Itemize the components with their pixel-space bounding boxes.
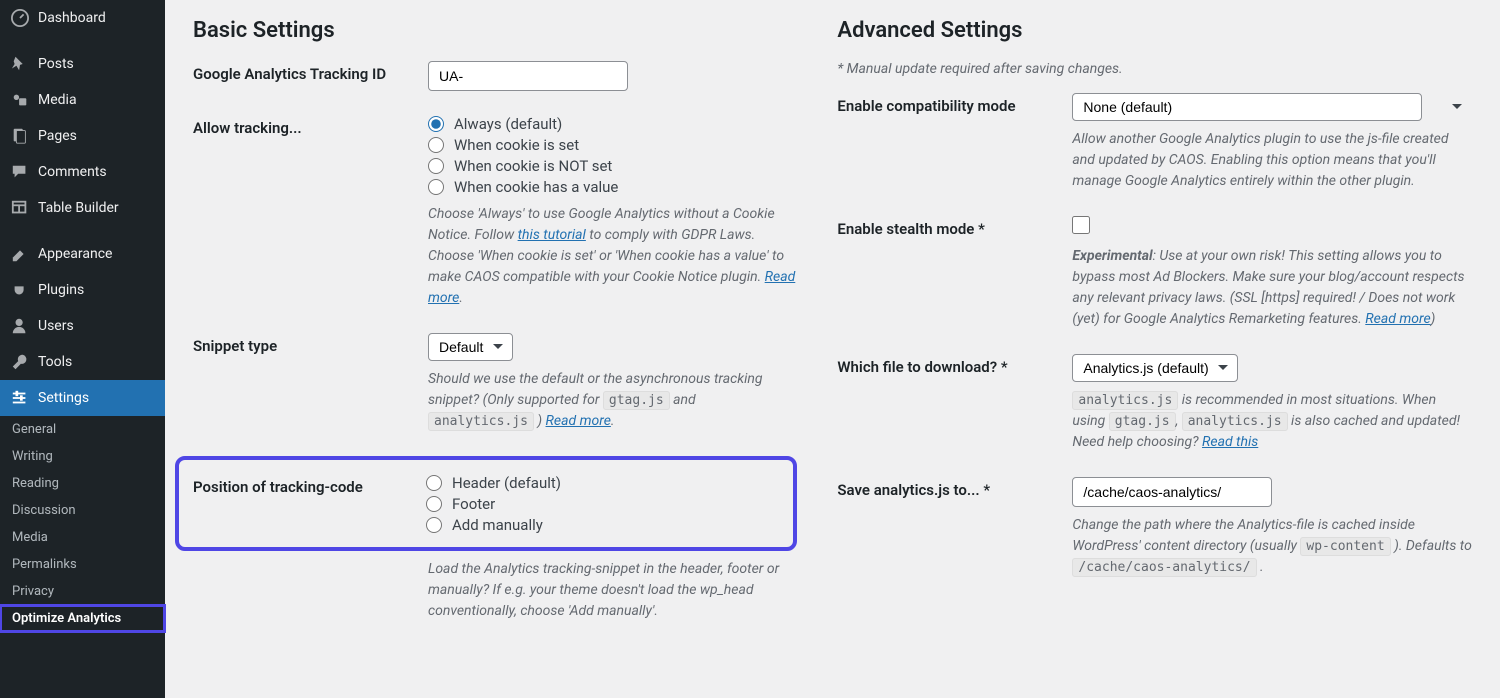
advanced-note: * Manual update required after saving ch… (837, 61, 1472, 77)
sidebar-item-posts[interactable]: Posts (0, 46, 165, 82)
menu-label: Table Builder (38, 200, 119, 216)
allow-tracking-cookie-set[interactable]: When cookie is set (428, 136, 797, 154)
submenu-reading[interactable]: Reading (0, 470, 165, 497)
file-link-readthis[interactable]: Read this (1202, 434, 1258, 450)
tracking-id-input[interactable] (428, 61, 628, 91)
menu-label: Pages (38, 128, 77, 144)
sidebar-item-appearance[interactable]: Appearance (0, 236, 165, 272)
row-file: Which file to download? * Analytics.js (… (837, 354, 1472, 453)
row-save: Save analytics.js to... * Change the pat… (837, 477, 1472, 578)
main-content: Basic Settings Google Analytics Tracking… (165, 0, 1500, 698)
snippet-type-select[interactable]: Default (428, 333, 513, 361)
tool-icon (10, 352, 30, 372)
submenu-permalinks[interactable]: Permalinks (0, 551, 165, 578)
save-path-input[interactable] (1072, 477, 1272, 507)
snippet-type-label: Snippet type (193, 333, 428, 355)
row-stealth: Enable stealth mode * Experimental: Use … (837, 216, 1472, 330)
pin-icon (10, 54, 30, 74)
admin-sidebar: Dashboard Posts Media Pages Comments Tab… (0, 0, 165, 698)
submenu-discussion[interactable]: Discussion (0, 497, 165, 524)
menu-label: Comments (38, 164, 107, 180)
basic-settings-section: Basic Settings Google Analytics Tracking… (193, 18, 797, 622)
snippet-type-desc: Should we use the default or the asynchr… (428, 369, 797, 432)
menu-label: Media (38, 92, 77, 108)
basic-heading: Basic Settings (193, 18, 797, 43)
stealth-checkbox[interactable] (1072, 216, 1090, 234)
menu-label: Users (38, 318, 74, 334)
menu-label: Appearance (38, 246, 112, 262)
menu-label: Tools (38, 354, 72, 370)
sidebar-item-settings[interactable]: Settings (0, 380, 165, 416)
position-manual[interactable]: Add manually (426, 516, 783, 534)
appearance-icon (10, 244, 30, 264)
save-label: Save analytics.js to... * (837, 477, 1072, 499)
file-select[interactable]: Analytics.js (default) (1072, 354, 1238, 382)
row-snippet-type: Snippet type Default Should we use the d… (193, 333, 797, 432)
stealth-label: Enable stealth mode * (837, 216, 1072, 238)
advanced-settings-section: Advanced Settings * Manual update requir… (837, 18, 1472, 622)
page-icon (10, 126, 30, 146)
save-desc: Change the path where the Analytics-file… (1072, 515, 1472, 578)
allow-tracking-cookie-value[interactable]: When cookie has a value (428, 178, 797, 196)
compat-desc: Allow another Google Analytics plugin to… (1072, 129, 1472, 192)
position-label: Position of tracking-code (193, 474, 426, 496)
menu-label: Posts (38, 56, 74, 72)
submenu-privacy[interactable]: Privacy (0, 578, 165, 605)
submenu-media[interactable]: Media (0, 524, 165, 551)
advanced-heading: Advanced Settings (837, 18, 1472, 43)
snippet-link-readmore[interactable]: Read more (546, 413, 611, 429)
row-compat: Enable compatibility mode None (default)… (837, 93, 1472, 192)
dashboard-icon (10, 8, 30, 28)
row-tracking-id: Google Analytics Tracking ID (193, 61, 797, 91)
settings-icon (10, 388, 30, 408)
menu-label: Plugins (38, 282, 84, 298)
allow-tracking-cookie-not-set[interactable]: When cookie is NOT set (428, 157, 797, 175)
sidebar-item-users[interactable]: Users (0, 308, 165, 344)
media-icon (10, 90, 30, 110)
file-label: Which file to download? * (837, 354, 1072, 376)
row-position: Position of tracking-code Header (defaul… (193, 474, 783, 537)
menu-label: Settings (38, 390, 89, 406)
submenu-writing[interactable]: Writing (0, 443, 165, 470)
highlight-position-box: Position of tracking-code Header (defaul… (175, 456, 797, 551)
position-desc: Load the Analytics tracking-snippet in t… (428, 559, 797, 622)
submenu-optimize-analytics[interactable]: Optimize Analytics (0, 605, 165, 632)
compat-label: Enable compatibility mode (837, 93, 1072, 115)
sidebar-item-comments[interactable]: Comments (0, 154, 165, 190)
compat-select[interactable]: None (default) (1072, 93, 1422, 121)
position-header[interactable]: Header (default) (426, 474, 783, 492)
row-allow-tracking: Allow tracking... Always (default) When … (193, 115, 797, 309)
sidebar-item-tools[interactable]: Tools (0, 344, 165, 380)
user-icon (10, 316, 30, 336)
sidebar-item-plugins[interactable]: Plugins (0, 272, 165, 308)
sidebar-item-table-builder[interactable]: Table Builder (0, 190, 165, 226)
allow-tracking-desc: Choose 'Always' to use Google Analytics … (428, 204, 797, 309)
allow-tracking-label: Allow tracking... (193, 115, 428, 137)
allow-tracking-link-tutorial[interactable]: this tutorial (518, 227, 586, 243)
stealth-link-readmore[interactable]: Read more (1365, 311, 1430, 327)
stealth-desc: Experimental: Use at your own risk! This… (1072, 246, 1472, 330)
menu-label: Dashboard (38, 10, 106, 26)
table-icon (10, 198, 30, 218)
submenu-general[interactable]: General (0, 416, 165, 443)
tracking-id-label: Google Analytics Tracking ID (193, 61, 428, 83)
sidebar-item-media[interactable]: Media (0, 82, 165, 118)
file-desc: analytics.js is recommended in most situ… (1072, 390, 1472, 453)
sidebar-item-dashboard[interactable]: Dashboard (0, 0, 165, 36)
sidebar-item-pages[interactable]: Pages (0, 118, 165, 154)
plugin-icon (10, 280, 30, 300)
allow-tracking-always[interactable]: Always (default) (428, 115, 797, 133)
comment-icon (10, 162, 30, 182)
position-footer[interactable]: Footer (426, 495, 783, 513)
